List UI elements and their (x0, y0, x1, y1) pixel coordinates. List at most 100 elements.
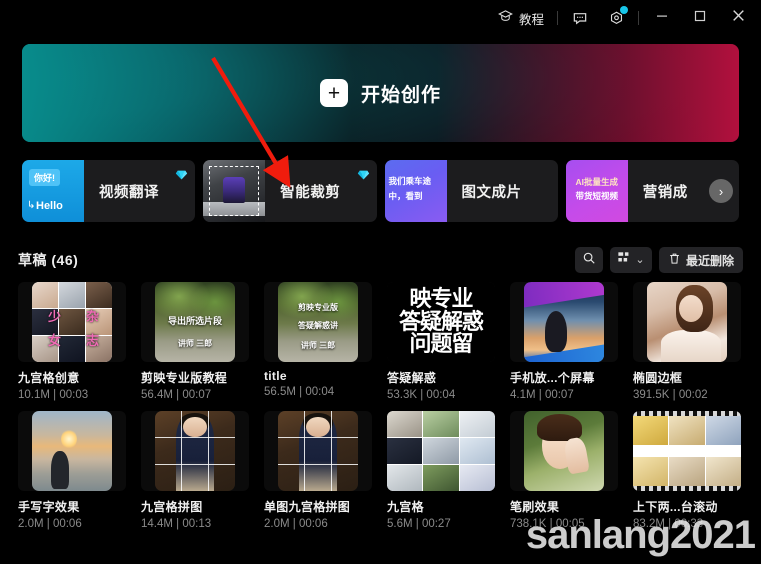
draft-thumbnail[interactable] (387, 411, 495, 491)
film-frames-bottom (633, 457, 741, 486)
draft-card[interactable]: 单图九宫格拼图 2.0M | 00:06 (264, 411, 372, 530)
feature-thumb-text-to-video: 我们乘车途 中，看到 (384, 160, 447, 222)
draft-meta: 83.2M | 00:33 (633, 518, 704, 530)
feature-title-video-translate: 视频翻译 (99, 184, 159, 201)
draft-card[interactable]: 手机放...个屏幕 4.1M | 00:07 (510, 282, 618, 401)
tutorial-button[interactable]: 教程 (489, 0, 553, 36)
draft-name: 剪映专业版教程 (141, 371, 228, 385)
drafts-toolbar: ⌄ 最近删除 (574, 247, 743, 273)
mosaic-grid (32, 282, 112, 362)
draft-thumbnail[interactable]: 导出所选片段 讲师 三郎 (141, 282, 249, 362)
draft-card[interactable]: 椭圆边框 391.5K | 00:02 (633, 282, 741, 401)
thumb-art-beach-sunset (32, 411, 112, 491)
draft-card[interactable]: 少 女 杂 志 九宫格创意 10.1M | 00:03 (18, 282, 126, 401)
draft-name: 九宫格 (387, 500, 424, 514)
thumb-overlay-text: 导出所选片段 (167, 316, 222, 326)
draft-thumbnail[interactable] (510, 411, 618, 491)
drafts-grid: 少 女 杂 志 九宫格创意 10.1M | 00:03 导出所选片段 讲师 三郎 (18, 282, 744, 530)
feature-card-marketing[interactable]: AI批量生成 带货短视频 营销成 › (565, 160, 739, 222)
draft-thumbnail[interactable] (633, 282, 741, 362)
feature-thumb-video-translate: 你好! ↳ Hello (22, 160, 84, 222)
draft-meta: 2.0M | 00:06 (18, 518, 82, 530)
feature-thumb-smart-crop (203, 160, 266, 222)
draft-name: 笔刷效果 (510, 500, 560, 514)
maximize-button[interactable] (681, 0, 719, 36)
thumb-art-praying-girl (524, 411, 604, 491)
recently-deleted-button[interactable]: 最近删除 (658, 247, 743, 273)
thumb-art-forest-export: 导出所选片段 讲师 三郎 (155, 282, 235, 362)
draft-card[interactable]: 导出所选片段 讲师 三郎 剪映专业版教程 56.4M | 00:07 (141, 282, 249, 401)
thumb-art-mosaic-outdoor (387, 411, 495, 491)
grid-view-icon (617, 251, 632, 270)
close-icon (731, 8, 746, 28)
draft-thumbnail[interactable] (141, 411, 249, 491)
graduation-cap-icon (498, 9, 513, 27)
person-silhouette (51, 451, 69, 490)
film-perforation-bottom (633, 486, 741, 491)
draft-card[interactable]: 九宫格 5.6M | 00:27 (387, 411, 495, 530)
message-icon (572, 10, 588, 26)
film-center-band (633, 445, 741, 457)
draft-thumbnail[interactable]: 映专业 答疑解惑 问题留 (387, 282, 495, 362)
trash-icon (668, 252, 681, 268)
search-button[interactable] (574, 247, 603, 273)
overlay-char: 女 (48, 333, 62, 348)
forest-background: 导出所选片段 讲师 三郎 (155, 282, 235, 362)
app-window: 教程 + 开始创作 你好! ↳ Hello 视频翻译 智能裁剪 我们乘车途 中，… (0, 0, 761, 564)
thumb-overlay-text-3: 问题留 (409, 331, 473, 357)
minimize-button[interactable] (643, 0, 681, 36)
draft-card[interactable]: 手写字效果 2.0M | 00:06 (18, 411, 126, 530)
thumb-art-girl-grid (155, 411, 235, 491)
grid-overlay (155, 411, 235, 491)
draft-card[interactable]: 剪映专业版 答疑解惑讲 讲师 三郎 title 56.5M | 00:04 (264, 282, 372, 401)
feature-thumb-text-2: 中，看到 (388, 191, 423, 201)
curved-arrow-icon: ↳ (27, 200, 36, 211)
thumb-overlay-text-2: 答疑解惑讲 (298, 321, 338, 330)
thumb-art-phone-sunset (524, 282, 604, 362)
draft-thumbnail[interactable] (264, 411, 372, 491)
titlebar-divider-2 (638, 11, 639, 25)
beach-scene (32, 411, 112, 491)
notification-dot (620, 6, 628, 14)
feature-thumb-text-1: 我们乘车途 (388, 176, 432, 186)
film-frames-top (633, 416, 741, 445)
thumb-art-film-strip (633, 411, 741, 491)
draft-name: 答疑解惑 (387, 371, 437, 385)
feature-thumb-marketing: AI批量生成 带货短视频 (565, 160, 628, 222)
person-silhouette (544, 310, 568, 353)
face-shape (679, 294, 703, 322)
draft-thumbnail[interactable] (510, 282, 618, 362)
start-creating-banner[interactable]: + 开始创作 (22, 44, 739, 142)
gem-icon (357, 167, 370, 180)
feature-card-smart-crop[interactable]: 智能裁剪 (203, 160, 377, 222)
drafts-title: 草稿 (46) (18, 252, 79, 268)
draft-card[interactable]: 上下两...台滚动 83.2M | 00:33 (633, 411, 741, 530)
maximize-icon (693, 9, 707, 28)
draft-card[interactable]: 九宫格拼图 14.4M | 00:13 (141, 411, 249, 530)
chevron-down-icon: ⌄ (635, 253, 645, 266)
draft-thumbnail[interactable]: 少 女 杂 志 (18, 282, 126, 362)
overlay-char: 志 (86, 333, 100, 348)
start-creating-content: + 开始创作 (319, 79, 441, 107)
close-button[interactable] (719, 0, 757, 36)
titlebar-divider-1 (557, 11, 558, 25)
feedback-button[interactable] (562, 0, 598, 36)
thumb-overlay-text: 剪映专业版 (298, 303, 338, 312)
feature-card-text-to-video[interactable]: 我们乘车途 中，看到 图文成片 (384, 160, 558, 222)
grid-overlay (278, 411, 358, 491)
girl-scene (155, 411, 235, 491)
settings-button[interactable] (598, 0, 634, 36)
feature-card-video-translate[interactable]: 你好! ↳ Hello 视频翻译 (22, 160, 196, 222)
draft-thumbnail[interactable]: 剪映专业版 答疑解惑讲 讲师 三郎 (264, 282, 372, 362)
thumb-art-mosaic-girls: 少 女 杂 志 (32, 282, 112, 362)
draft-card[interactable]: 笔刷效果 738.1K | 00:05 (510, 411, 618, 530)
view-mode-button[interactable]: ⌄ (609, 247, 652, 273)
mosaic-grid (387, 411, 495, 491)
draft-thumbnail[interactable] (18, 411, 126, 491)
draft-meta: 391.5K | 00:02 (633, 389, 708, 401)
draft-card[interactable]: 映专业 答疑解惑 问题留 答疑解惑 53.3K | 00:04 (387, 282, 495, 401)
feature-card-row: 你好! ↳ Hello 视频翻译 智能裁剪 我们乘车途 中，看到 图文成片 AI… (22, 160, 739, 222)
recently-deleted-label: 最近删除 (685, 253, 734, 268)
feature-next-button[interactable]: › (709, 179, 733, 203)
draft-thumbnail[interactable] (633, 411, 741, 491)
